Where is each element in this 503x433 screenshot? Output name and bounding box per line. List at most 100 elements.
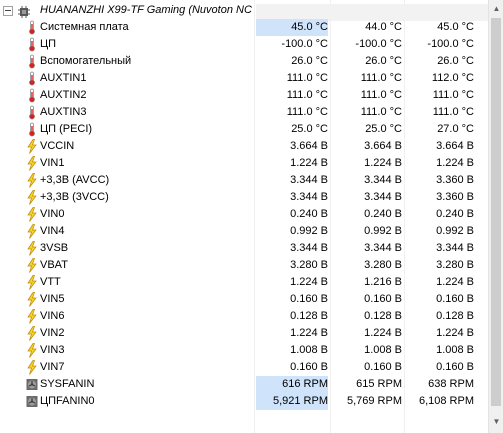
sensor-min-value: 25.0 °C: [365, 123, 402, 135]
sensor-min-value: 111.0 °C: [360, 106, 402, 118]
sensor-max-value: 111.0 °C: [432, 89, 474, 101]
sensor-max-value: 3.344 В: [436, 242, 474, 254]
table-row[interactable]: +3,3В (AVCC) 3.344 В 3.344 В 3.360 В: [0, 172, 488, 189]
sensor-current-value: 3.664 В: [290, 140, 328, 152]
sensor-min-value: 3.344 В: [364, 242, 402, 254]
sensor-current-value: 0.128 В: [290, 310, 328, 322]
lightning-icon: [26, 224, 38, 239]
table-row[interactable]: VTT 1.224 В 1.216 В 1.224 В: [0, 274, 488, 291]
sensor-current-value: 25.0 °C: [291, 123, 328, 135]
sensor-current-value: 3.344 В: [290, 174, 328, 186]
sensor-label: VIN3: [40, 344, 65, 356]
sensor-label: AUXTIN1: [40, 72, 87, 84]
table-row[interactable]: ЦПFANIN0 5,921 RPM 5,769 RPM 6,108 RPM: [0, 393, 488, 410]
sensor-max-value: 638 RPM: [428, 378, 474, 390]
sensor-max-value: 1.224 В: [436, 327, 474, 339]
sensor-current-value: 1.224 В: [290, 327, 328, 339]
table-row[interactable]: AUXTIN3 111.0 °C 111.0 °C 111.0 °C: [0, 104, 488, 121]
sensor-max-value: 26.0 °C: [437, 55, 474, 67]
table-row[interactable]: AUXTIN2 111.0 °C 111.0 °C 111.0 °C: [0, 87, 488, 104]
sensor-max-value: -100.0 °C: [427, 38, 474, 50]
table-row[interactable]: VBAT 3.280 В 3.280 В 3.280 В: [0, 257, 488, 274]
table-row[interactable]: VIN7 0.160 В 0.160 В 0.160 В: [0, 359, 488, 376]
table-row[interactable]: Вспомогательный 26.0 °C 26.0 °C 26.0 °C: [0, 53, 488, 70]
sensor-min-value: 3.280 В: [364, 259, 402, 271]
fan-icon: [26, 394, 38, 409]
scroll-down-arrow-icon[interactable]: ▼: [491, 416, 502, 427]
sensor-max-value: 1.224 В: [436, 157, 474, 169]
sensor-max-value: 1.008 В: [436, 344, 474, 356]
lightning-icon: [26, 275, 38, 290]
lightning-icon: [26, 326, 38, 341]
sensor-max-value: 45.0 °C: [437, 21, 474, 33]
sensor-max-value: 1.224 В: [436, 276, 474, 288]
sensor-min-value: 0.160 В: [364, 361, 402, 373]
thermometer-icon: [26, 71, 38, 86]
table-row[interactable]: VIN5 0.160 В 0.160 В 0.160 В: [0, 291, 488, 308]
sensor-max-value: 0.160 В: [436, 361, 474, 373]
table-row[interactable]: VIN4 0.992 В 0.992 В 0.992 В: [0, 223, 488, 240]
lightning-icon: [26, 139, 38, 154]
scrollbar-thumb[interactable]: [491, 18, 501, 406]
table-row[interactable]: VIN0 0.240 В 0.240 В 0.240 В: [0, 206, 488, 223]
sensor-label: AUXTIN2: [40, 89, 87, 101]
sensor-label: VIN5: [40, 293, 65, 305]
sensor-min-value: 26.0 °C: [365, 55, 402, 67]
sensor-label: VIN2: [40, 327, 65, 339]
sensor-min-value: 0.160 В: [364, 293, 402, 305]
lightning-icon: [26, 343, 38, 358]
sensor-current-value: 3.344 В: [290, 191, 328, 203]
sensor-label: VCCIN: [40, 140, 75, 152]
table-row[interactable]: VIN1 1.224 В 1.224 В 1.224 В: [0, 155, 488, 172]
sensor-max-value: 27.0 °C: [437, 123, 474, 135]
sensor-max-value: 0.160 В: [436, 293, 474, 305]
sensor-current-value: 26.0 °C: [291, 55, 328, 67]
sensor-current-value: 3.280 В: [290, 259, 328, 271]
sensor-max-value: 111.0 °C: [432, 106, 474, 118]
table-row[interactable]: SYSFANIN 616 RPM 615 RPM 638 RPM: [0, 376, 488, 393]
table-row[interactable]: VIN6 0.128 В 0.128 В 0.128 В: [0, 308, 488, 325]
thermometer-icon: [26, 88, 38, 103]
sensor-label: 3VSB: [40, 242, 69, 254]
table-row[interactable]: VIN2 1.224 В 1.224 В 1.224 В: [0, 325, 488, 342]
sensor-current-value: 0.160 В: [290, 361, 328, 373]
device-header-row[interactable]: HUANANZHI X99-TF Gaming (Nuvoton NC...: [0, 2, 488, 21]
device-name: HUANANZHI X99-TF Gaming (Nuvoton NC...: [40, 4, 252, 16]
lightning-icon: [26, 241, 38, 256]
sensor-min-value: 615 RPM: [356, 378, 402, 390]
sensor-current-value: 111.0 °C: [286, 72, 328, 84]
sensor-label: VTT: [40, 276, 61, 288]
table-row[interactable]: VCCIN 3.664 В 3.664 В 3.664 В: [0, 138, 488, 155]
lightning-icon: [26, 207, 38, 222]
sensor-label: Вспомогательный: [40, 55, 132, 67]
sensor-min-value: 44.0 °C: [365, 21, 402, 33]
sensor-label: +3,3В (AVCC): [40, 174, 110, 186]
table-row[interactable]: ЦП -100.0 °C -100.0 °C -100.0 °C: [0, 36, 488, 53]
collapse-toggle-icon[interactable]: [3, 6, 13, 16]
sensor-max-value: 0.992 В: [436, 225, 474, 237]
table-row[interactable]: ЦП (PECI) 25.0 °C 25.0 °C 27.0 °C: [0, 121, 488, 138]
table-row[interactable]: VIN3 1.008 В 1.008 В 1.008 В: [0, 342, 488, 359]
sensor-max-value: 0.128 В: [436, 310, 474, 322]
sensor-min-value: 111.0 °C: [360, 72, 402, 84]
lightning-icon: [26, 360, 38, 375]
sensor-max-value: 3.360 В: [436, 191, 474, 203]
sensor-max-value: 3.280 В: [436, 259, 474, 271]
sensor-label: SYSFANIN: [40, 378, 95, 390]
sensor-label: ЦПFANIN0: [40, 395, 95, 407]
sensor-label: VIN4: [40, 225, 65, 237]
sensor-min-value: -100.0 °C: [355, 38, 402, 50]
table-row[interactable]: +3,3В (3VCC) 3.344 В 3.344 В 3.360 В: [0, 189, 488, 206]
vertical-scrollbar[interactable]: ▲ ▼: [488, 0, 503, 433]
sensor-label: ЦП: [40, 38, 57, 50]
scroll-up-arrow-icon[interactable]: ▲: [491, 3, 502, 14]
table-row[interactable]: AUXTIN1 111.0 °C 111.0 °C 112.0 °C: [0, 70, 488, 87]
sensor-max-value: 3.664 В: [436, 140, 474, 152]
sensor-current-value: 616 RPM: [256, 376, 328, 393]
sensor-label: +3,3В (3VCC): [40, 191, 109, 203]
table-row[interactable]: 3VSB 3.344 В 3.344 В 3.344 В: [0, 240, 488, 257]
sensor-current-value: 0.240 В: [290, 208, 328, 220]
sensor-current-value: 0.160 В: [290, 293, 328, 305]
thermometer-icon: [26, 105, 38, 120]
table-row[interactable]: Системная плата 45.0 °C 44.0 °C 45.0 °C: [0, 19, 488, 36]
